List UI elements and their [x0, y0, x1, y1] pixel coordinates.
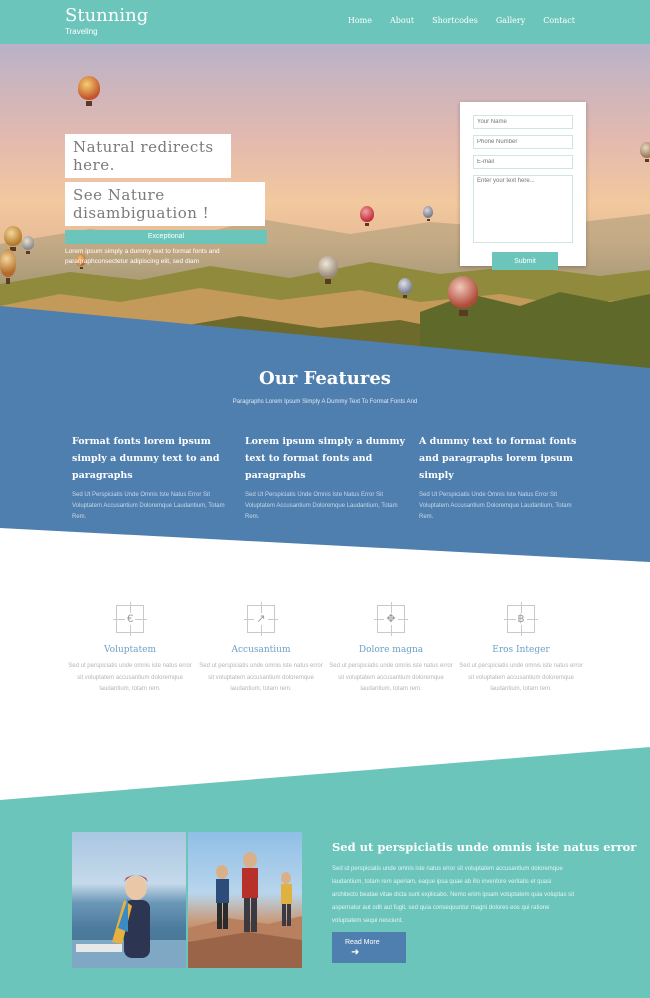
hero-description: Lorem ipsum simply a dummy text to forma…: [65, 248, 220, 265]
service-item: ฿ Eros Integer Sed ut perspiciatis unde …: [456, 602, 586, 696]
balloon-image: [4, 226, 22, 251]
features-section: Our Features Paragraphs Lorem Ipsum Simp…: [0, 300, 650, 570]
phone-input[interactable]: [473, 135, 573, 149]
service-title: Dolore magna: [358, 645, 424, 655]
feature-heading: Lorem ipsum simply a dummy text to forma…: [245, 436, 406, 481]
read-more-button[interactable]: Read More ➜: [332, 932, 406, 963]
hero-headline-2: See Nature disambiguation !: [65, 182, 265, 226]
hero-text-block: Natural redirects here. See Nature disam…: [65, 134, 267, 267]
share-icon: ↗: [244, 602, 278, 636]
features-subtitle: Paragraphs Lorem Ipsum Simply A Dummy Te…: [232, 399, 418, 405]
nav-shortcodes[interactable]: Shortcodes: [432, 16, 478, 25]
feature-column: A dummy text to format fonts and paragra…: [419, 433, 584, 523]
balloon-image: [423, 206, 433, 222]
service-title: Eros Integer: [492, 645, 550, 655]
submit-button[interactable]: Submit: [492, 252, 558, 270]
site-logo[interactable]: Stunning Traveling: [65, 6, 148, 38]
service-item: € Voluptatem Sed ut perspiciatis unde om…: [65, 602, 195, 696]
service-item: ↗ Accusantium Sed ut perspiciatis unde o…: [196, 602, 326, 696]
about-text: Sed ut perspiciatis unde omnis iste natu…: [332, 866, 575, 924]
service-text: Sed ut perspiciatis unde omnis iste natu…: [329, 663, 453, 692]
nav-contact[interactable]: Contact: [543, 16, 575, 25]
feature-heading: Format fonts lorem ipsum simply a dummy …: [72, 436, 220, 481]
nav-gallery[interactable]: Gallery: [496, 16, 525, 25]
service-text: Sed ut perspiciatis unde omnis iste natu…: [459, 663, 583, 692]
service-text: Sed ut perspiciatis unde omnis iste natu…: [199, 663, 323, 692]
service-item: ✥ Dolore magna Sed ut perspiciatis unde …: [326, 602, 456, 696]
traveler-photo-right: [188, 832, 302, 968]
contact-form: [460, 102, 586, 266]
email-input[interactable]: [473, 155, 573, 169]
balloon-image: [78, 76, 100, 106]
exceptional-badge: Exceptional: [65, 230, 267, 244]
arrow-right-icon: ➜: [351, 947, 360, 958]
balloon-image: [318, 256, 338, 284]
logo-tagline: Traveling: [65, 27, 98, 36]
feature-column: Lorem ipsum simply a dummy text to forma…: [245, 433, 410, 523]
balloon-image: [398, 278, 412, 298]
service-title: Accusantium: [231, 645, 291, 655]
feature-text: Sed Ut Perspiciatis Unde Omnis Iste Natu…: [245, 492, 398, 520]
balloon-image: [22, 236, 34, 254]
hero-headline-1: Natural redirects here.: [65, 134, 231, 178]
nav-home[interactable]: Home: [348, 16, 372, 25]
move-icon: ✥: [374, 602, 408, 636]
feature-text: Sed Ut Perspiciatis Unde Omnis Iste Natu…: [419, 492, 572, 520]
bitcoin-icon: ฿: [504, 602, 538, 636]
traveler-photo-left: [72, 832, 186, 968]
message-textarea[interactable]: [473, 175, 573, 243]
balloon-image: [640, 142, 650, 162]
feature-text: Sed Ut Perspiciatis Unde Omnis Iste Natu…: [72, 492, 225, 520]
service-title: Voluptatem: [104, 645, 156, 655]
feature-heading: A dummy text to format fonts and paragra…: [419, 436, 577, 481]
euro-icon: €: [113, 602, 147, 636]
about-section: Sed ut perspiciatis unde omnis iste natu…: [0, 745, 650, 998]
name-input[interactable]: [473, 115, 573, 129]
top-nav-bar: Stunning Traveling Home About Shortcodes…: [0, 0, 650, 44]
features-title: Our Features: [259, 368, 391, 389]
nav-about[interactable]: About: [390, 16, 414, 25]
read-more-label: Read More: [345, 939, 380, 946]
feature-column: Format fonts lorem ipsum simply a dummy …: [72, 433, 237, 523]
about-title: Sed ut perspiciatis unde omnis iste natu…: [332, 840, 637, 854]
balloon-image: [0, 249, 16, 284]
main-nav: Home About Shortcodes Gallery Contact: [348, 16, 575, 25]
logo-title: Stunning: [65, 5, 149, 26]
service-text: Sed ut perspiciatis unde omnis iste natu…: [68, 663, 192, 692]
balloon-image: [360, 206, 374, 226]
